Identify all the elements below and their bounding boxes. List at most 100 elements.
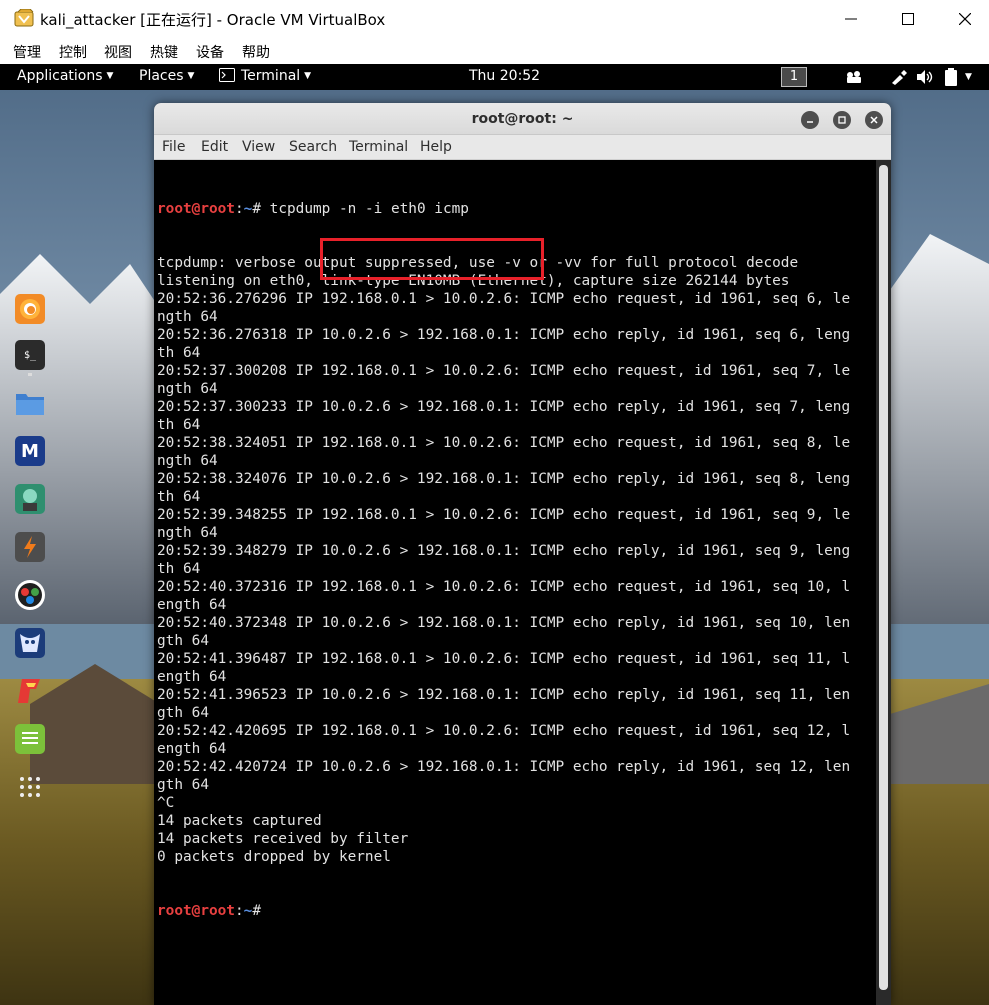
virtualbox-icon <box>14 8 34 27</box>
output-line: gth 64 <box>157 633 209 649</box>
gnome-top-panel: Applications ▼ Places ▼ Terminal ▼ Thu 20:5… <box>0 64 989 90</box>
terminal-window[interactable]: root@root: ~ File Edit View Search Termi… <box>154 103 891 1005</box>
output-line: ngth 64 <box>157 381 218 397</box>
output-line: 20:52:41.396487 IP 192.168.0.1 > 10.0.2.… <box>157 651 851 667</box>
output-line: gth 64 <box>157 705 209 721</box>
output-line: 20:52:37.300208 IP 192.168.0.1 > 10.0.2.… <box>157 363 851 379</box>
battery-icon[interactable] <box>944 68 958 86</box>
output-line: ength 64 <box>157 741 227 757</box>
burpsuite-icon[interactable] <box>15 532 45 562</box>
output-line: 20:52:36.276296 IP 192.168.0.1 > 10.0.2.… <box>157 291 851 307</box>
pen-icon[interactable] <box>890 68 908 86</box>
terminal-text: root@root:~# tcpdump -n -i eth0 icmp tcp… <box>157 164 850 956</box>
output-line: 20:52:42.420695 IP 192.168.0.1 > 10.0.2.… <box>157 723 851 739</box>
applications-menu[interactable]: Applications ▼ <box>17 68 113 84</box>
camera-icon[interactable] <box>845 68 863 86</box>
output-line: th 64 <box>157 561 201 577</box>
places-menu[interactable]: Places ▼ <box>139 68 194 84</box>
red-highlight-box <box>320 238 544 280</box>
output-line: 0 packets dropped by kernel <box>157 849 391 865</box>
output-line: ength 64 <box>157 597 227 613</box>
close-button[interactable] <box>942 0 988 38</box>
prompt-symbol: # <box>252 201 261 217</box>
output-line: ngth 64 <box>157 525 218 541</box>
volume-icon[interactable] <box>916 68 934 86</box>
terminal-small-icon <box>219 68 235 82</box>
vm-display[interactable]: Applications ▼ Places ▼ Terminal ▼ Thu 20:5… <box>0 64 989 1005</box>
system-menu-chevron-icon[interactable]: ▼ <box>965 68 972 86</box>
output-line: 14 packets captured <box>157 813 322 829</box>
output-line: 20:52:40.372348 IP 10.0.2.6 > 192.168.0.… <box>157 615 851 631</box>
scrollbar-thumb[interactable] <box>879 165 888 990</box>
host-menu-control[interactable]: 控制 <box>59 42 87 62</box>
output-line: 20:52:37.300233 IP 10.0.2.6 > 192.168.0.… <box>157 399 851 415</box>
menu-edit[interactable]: Edit <box>201 139 228 155</box>
command-text: tcpdump -n -i eth0 icmp <box>261 201 469 217</box>
terminal-title: root@root: ~ <box>471 111 574 127</box>
terminal-menubar: File Edit View Search Terminal Help <box>154 135 891 160</box>
host-menu-help[interactable]: 帮助 <box>242 42 270 62</box>
files-icon[interactable] <box>15 388 45 418</box>
output-line: 14 packets received by filter <box>157 831 409 847</box>
terminal-maximize-button[interactable] <box>833 111 851 129</box>
terminal-minimize-button[interactable] <box>801 111 819 129</box>
maximize-button[interactable] <box>885 0 931 38</box>
host-menu-view[interactable]: 视图 <box>104 42 132 62</box>
output-line: 20:52:38.324051 IP 192.168.0.1 > 10.0.2.… <box>157 435 851 451</box>
terminal-output-area[interactable]: root@root:~# tcpdump -n -i eth0 icmp tcp… <box>154 160 876 1005</box>
host-menu-devices[interactable]: 设备 <box>196 42 224 62</box>
minimize-button[interactable] <box>828 0 874 38</box>
output-line: 20:52:41.396523 IP 10.0.2.6 > 192.168.0.… <box>157 687 851 703</box>
terminal-icon[interactable]: $_ <box>15 340 45 370</box>
prompt-user: root@root <box>157 903 235 919</box>
prompt-separator: : <box>234 201 244 217</box>
final-prompt-line: root@root:~# <box>157 902 850 920</box>
prompt-separator: : <box>234 903 244 919</box>
prompt-symbol: # <box>252 903 261 919</box>
menu-terminal[interactable]: Terminal <box>349 139 408 155</box>
show-apps-icon[interactable] <box>15 772 45 802</box>
terminal-app-label: Terminal <box>241 68 301 84</box>
output-line: th 64 <box>157 345 201 361</box>
flash-icon[interactable] <box>15 676 45 706</box>
metasploit-icon[interactable]: M <box>15 436 45 466</box>
menu-help[interactable]: Help <box>420 139 452 155</box>
menu-search[interactable]: Search <box>289 139 337 155</box>
output-line: 20:52:39.348255 IP 192.168.0.1 > 10.0.2.… <box>157 507 851 523</box>
output-line: th 64 <box>157 417 201 433</box>
terminal-titlebar[interactable]: root@root: ~ <box>154 103 891 135</box>
terminal-app-menu[interactable]: Terminal ▼ <box>219 68 311 84</box>
places-label: Places <box>139 68 184 84</box>
output-line: 20:52:42.420724 IP 10.0.2.6 > 192.168.0.… <box>157 759 851 775</box>
host-menu-hotkeys[interactable]: 热键 <box>150 42 178 62</box>
output-line: ngth 64 <box>157 453 218 469</box>
leafpad-icon[interactable] <box>15 724 45 754</box>
faraday-icon[interactable] <box>15 580 45 610</box>
terminal-close-button[interactable] <box>865 111 883 129</box>
applications-label: Applications <box>17 68 103 84</box>
clock[interactable]: Thu 20:52 <box>469 68 540 84</box>
output-lines: tcpdump: verbose output suppressed, use … <box>157 254 850 866</box>
firefox-icon[interactable] <box>15 294 45 324</box>
output-line: gth 64 <box>157 777 209 793</box>
output-line: ^C <box>157 795 175 811</box>
output-line: 20:52:38.324076 IP 10.0.2.6 > 192.168.0.… <box>157 471 851 487</box>
chevron-down-icon: ▼ <box>106 71 114 81</box>
chevron-down-icon: ▼ <box>304 71 312 81</box>
output-line: 20:52:36.276318 IP 10.0.2.6 > 192.168.0.… <box>157 327 851 343</box>
host-window-title: kali_attacker [正在运行] - Oracle VM Virtual… <box>40 11 386 29</box>
menu-view[interactable]: View <box>242 139 275 155</box>
chevron-down-icon: ▼ <box>187 71 195 81</box>
host-menu-manage[interactable]: 管理 <box>13 42 41 62</box>
output-line: 20:52:40.372316 IP 192.168.0.1 > 10.0.2.… <box>157 579 851 595</box>
output-line: ength 64 <box>157 669 227 685</box>
host-menubar: 管理 控制 视图 热键 设备 帮助 <box>0 38 989 64</box>
beef-icon[interactable] <box>15 628 45 658</box>
menu-file[interactable]: File <box>162 139 185 155</box>
running-indicator <box>28 373 32 376</box>
command-line: root@root:~# tcpdump -n -i eth0 icmp <box>157 200 850 218</box>
armitage-icon[interactable] <box>15 484 45 514</box>
prompt-user: root@root <box>157 201 235 217</box>
workspace-indicator[interactable]: 1 <box>781 67 807 87</box>
output-line: ngth 64 <box>157 309 218 325</box>
